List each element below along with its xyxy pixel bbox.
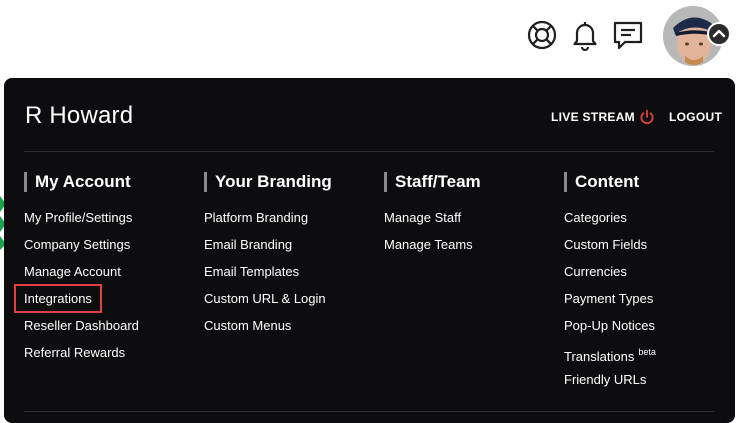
avatar-menu-toggle[interactable] (707, 22, 731, 46)
user-name: R Howard (25, 102, 134, 129)
menu-item-my-profile-settings[interactable]: My Profile/Settings (24, 204, 139, 231)
account-dropdown-menu: R Howard LIVE STREAM LOGOUT My Account M… (4, 78, 735, 423)
menu-item-email-branding[interactable]: Email Branding (204, 231, 332, 258)
chevron-up-icon (712, 29, 726, 38)
header-accent-bar (384, 172, 387, 192)
logout-button[interactable]: LOGOUT (639, 108, 722, 126)
live-stream-link[interactable]: LIVE STREAM (551, 110, 635, 124)
menu-item-custom-url-login[interactable]: Custom URL & Login (204, 285, 332, 312)
support-icon[interactable] (525, 18, 559, 52)
menu-item-manage-staff[interactable]: Manage Staff (384, 204, 481, 231)
column-title: Your Branding (215, 172, 332, 191)
column-header: Staff/Team (384, 171, 481, 193)
header-accent-bar (564, 172, 567, 192)
menu-item-platform-branding[interactable]: Platform Branding (204, 204, 332, 231)
menu-item-referral-rewards[interactable]: Referral Rewards (24, 339, 139, 366)
menu-item-reseller-dashboard[interactable]: Reseller Dashboard (24, 312, 139, 339)
menu-item-translations[interactable]: Translations beta (564, 339, 656, 366)
menu-item-manage-teams[interactable]: Manage Teams (384, 231, 481, 258)
column-header: Content (564, 171, 656, 193)
menu-item-label: Translations (564, 349, 635, 364)
chat-icon[interactable] (611, 18, 645, 52)
menu-item-categories[interactable]: Categories (564, 204, 656, 231)
column-title: Staff/Team (395, 172, 481, 191)
header-accent-bar (24, 172, 27, 192)
menu-item-custom-fields[interactable]: Custom Fields (564, 231, 656, 258)
menu-item-payment-types[interactable]: Payment Types (564, 285, 656, 312)
column-title: My Account (35, 172, 131, 191)
divider (24, 151, 714, 152)
menu-item-friendly-urls[interactable]: Friendly URLs (564, 366, 656, 393)
divider (24, 411, 714, 412)
menu-item-email-templates[interactable]: Email Templates (204, 258, 332, 285)
menu-column-staff-team: Staff/Team Manage Staff Manage Teams (384, 171, 481, 258)
power-icon (639, 109, 655, 125)
column-header: Your Branding (204, 171, 332, 193)
header-accent-bar (204, 172, 207, 192)
bell-icon[interactable] (568, 18, 602, 52)
top-bar (0, 0, 739, 72)
menu-column-my-account: My Account My Profile/Settings Company S… (14, 171, 139, 366)
menu-column-your-branding: Your Branding Platform Branding Email Br… (204, 171, 332, 339)
menu-item-company-settings[interactable]: Company Settings (24, 231, 139, 258)
menu-column-content: Content Categories Custom Fields Currenc… (564, 171, 656, 393)
beta-badge: beta (638, 347, 656, 357)
menu-item-pop-up-notices[interactable]: Pop-Up Notices (564, 312, 656, 339)
logout-label: LOGOUT (669, 110, 723, 124)
column-header: My Account (24, 171, 139, 193)
column-title: Content (575, 172, 640, 191)
menu-item-manage-account[interactable]: Manage Account (24, 258, 139, 285)
menu-item-currencies[interactable]: Currencies (564, 258, 656, 285)
menu-item-integrations[interactable]: Integrations (14, 284, 102, 313)
menu-item-custom-menus[interactable]: Custom Menus (204, 312, 332, 339)
